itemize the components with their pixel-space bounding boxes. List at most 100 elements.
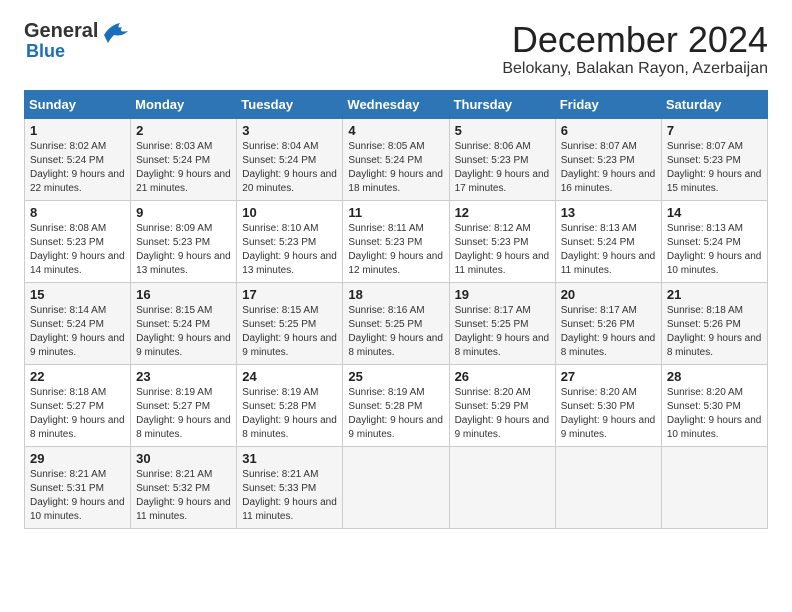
day-number: 12 (455, 205, 550, 220)
calendar-row: 29 Sunrise: 8:21 AMSunset: 5:31 PMDayligh… (25, 446, 768, 528)
calendar-cell: 6 Sunrise: 8:07 AMSunset: 5:23 PMDaylight… (555, 118, 661, 200)
calendar-cell: 16 Sunrise: 8:15 AMSunset: 5:24 PMDayligh… (131, 282, 237, 364)
calendar-row: 22 Sunrise: 8:18 AMSunset: 5:27 PMDayligh… (25, 364, 768, 446)
day-number: 19 (455, 287, 550, 302)
day-number: 15 (30, 287, 125, 302)
calendar-cell: 20Sunrise: 8:17 AMSunset: 5:26 PMDayligh… (555, 282, 661, 364)
cell-content: Sunrise: 8:10 AMSunset: 5:23 PMDaylight:… (242, 222, 337, 278)
day-number: 24 (242, 369, 337, 384)
col-thursday: Thursday (449, 90, 555, 118)
cell-content: Sunrise: 8:15 AMSunset: 5:24 PMDaylight:… (136, 304, 231, 360)
calendar-cell: 23 Sunrise: 8:19 AMSunset: 5:27 PMDayligh… (131, 364, 237, 446)
calendar-cell (661, 446, 767, 528)
calendar-cell: 15Sunrise: 8:14 AMSunset: 5:24 PMDayligh… (25, 282, 131, 364)
day-number: 18 (348, 287, 443, 302)
calendar-cell: 1 Sunrise: 8:02 AMSunset: 5:24 PMDaylight… (25, 118, 131, 200)
day-number: 27 (561, 369, 656, 384)
day-number: 25 (348, 369, 443, 384)
calendar-cell: 22 Sunrise: 8:18 AMSunset: 5:27 PMDayligh… (25, 364, 131, 446)
cell-content: Sunrise: 8:09 AMSunset: 5:23 PMDaylight:… (136, 222, 231, 278)
calendar-row: 1 Sunrise: 8:02 AMSunset: 5:24 PMDaylight… (25, 118, 768, 200)
calendar-cell: 7 Sunrise: 8:07 AMSunset: 5:23 PMDaylight… (661, 118, 767, 200)
cell-content: Sunrise: 8:21 AMSunset: 5:31 PMDaylight:… (30, 468, 125, 524)
cell-content: Sunrise: 8:19 AMSunset: 5:28 PMDaylight:… (242, 386, 337, 442)
day-number: 11 (348, 205, 443, 220)
cell-content: Sunrise: 8:11 AMSunset: 5:23 PMDaylight:… (348, 222, 443, 278)
day-number: 8 (30, 205, 125, 220)
cell-content: Sunrise: 8:07 AMSunset: 5:23 PMDaylight:… (667, 140, 762, 196)
calendar-cell: 31Sunrise: 8:21 AMSunset: 5:33 PMDayligh… (237, 446, 343, 528)
location-subtitle: Belokany, Balakan Rayon, Azerbaijan (502, 60, 768, 78)
calendar-cell: 10 Sunrise: 8:10 AMSunset: 5:23 PMDayligh… (237, 200, 343, 282)
cell-content: Sunrise: 8:21 AMSunset: 5:33 PMDaylight:… (242, 468, 337, 524)
col-monday: Monday (131, 90, 237, 118)
calendar-cell (449, 446, 555, 528)
day-number: 28 (667, 369, 762, 384)
day-number: 29 (30, 451, 125, 466)
col-saturday: Saturday (661, 90, 767, 118)
calendar-cell: 11 Sunrise: 8:11 AMSunset: 5:23 PMDayligh… (343, 200, 449, 282)
cell-content: Sunrise: 8:04 AMSunset: 5:24 PMDaylight:… (242, 140, 337, 196)
calendar-cell: 29 Sunrise: 8:21 AMSunset: 5:31 PMDayligh… (25, 446, 131, 528)
logo-general-text: General (24, 20, 98, 43)
cell-content: Sunrise: 8:19 AMSunset: 5:27 PMDaylight:… (136, 386, 231, 442)
cell-content: Sunrise: 8:05 AMSunset: 5:24 PMDaylight:… (348, 140, 443, 196)
calendar-cell: 27 Sunrise: 8:20 AMSunset: 5:30 PMDayligh… (555, 364, 661, 446)
calendar-cell: 21 Sunrise: 8:18 AMSunset: 5:26 PMDayligh… (661, 282, 767, 364)
calendar-cell: 24 Sunrise: 8:19 AMSunset: 5:28 PMDayligh… (237, 364, 343, 446)
day-number: 30 (136, 451, 231, 466)
cell-content: Sunrise: 8:16 AMSunset: 5:25 PMDaylight:… (348, 304, 443, 360)
page-header: General Blue December 2024 Belokany, Bal… (24, 20, 768, 78)
calendar-cell: 2Sunrise: 8:03 AMSunset: 5:24 PMDaylight… (131, 118, 237, 200)
day-number: 2 (136, 123, 231, 138)
calendar-cell: 14 Sunrise: 8:13 AMSunset: 5:24 PMDayligh… (661, 200, 767, 282)
calendar-cell: 18 Sunrise: 8:16 AMSunset: 5:25 PMDayligh… (343, 282, 449, 364)
day-number: 21 (667, 287, 762, 302)
calendar-header-row: Sunday Monday Tuesday Wednesday Thursday… (25, 90, 768, 118)
day-number: 14 (667, 205, 762, 220)
day-number: 1 (30, 123, 125, 138)
month-year-title: December 2024 (502, 20, 768, 60)
day-number: 22 (30, 369, 125, 384)
logo: General Blue (24, 20, 128, 62)
calendar-cell: 13Sunrise: 8:13 AMSunset: 5:24 PMDayligh… (555, 200, 661, 282)
day-number: 13 (561, 205, 656, 220)
cell-content: Sunrise: 8:13 AMSunset: 5:24 PMDaylight:… (667, 222, 762, 278)
calendar-cell: 5Sunrise: 8:06 AMSunset: 5:23 PMDaylight… (449, 118, 555, 200)
col-friday: Friday (555, 90, 661, 118)
cell-content: Sunrise: 8:08 AMSunset: 5:23 PMDaylight:… (30, 222, 125, 278)
calendar-cell: 26 Sunrise: 8:20 AMSunset: 5:29 PMDayligh… (449, 364, 555, 446)
calendar-cell (555, 446, 661, 528)
calendar-cell: 19Sunrise: 8:17 AMSunset: 5:25 PMDayligh… (449, 282, 555, 364)
cell-content: Sunrise: 8:02 AMSunset: 5:24 PMDaylight:… (30, 140, 125, 196)
col-wednesday: Wednesday (343, 90, 449, 118)
calendar-cell: 17Sunrise: 8:15 AMSunset: 5:25 PMDayligh… (237, 282, 343, 364)
calendar-cell: 12 Sunrise: 8:12 AMSunset: 5:23 PMDayligh… (449, 200, 555, 282)
day-number: 6 (561, 123, 656, 138)
day-number: 20 (561, 287, 656, 302)
calendar-cell: 3Sunrise: 8:04 AMSunset: 5:24 PMDaylight… (237, 118, 343, 200)
cell-content: Sunrise: 8:18 AMSunset: 5:27 PMDaylight:… (30, 386, 125, 442)
cell-content: Sunrise: 8:18 AMSunset: 5:26 PMDaylight:… (667, 304, 762, 360)
cell-content: Sunrise: 8:20 AMSunset: 5:29 PMDaylight:… (455, 386, 550, 442)
day-number: 4 (348, 123, 443, 138)
day-number: 9 (136, 205, 231, 220)
day-number: 10 (242, 205, 337, 220)
day-number: 5 (455, 123, 550, 138)
calendar-row: 15Sunrise: 8:14 AMSunset: 5:24 PMDayligh… (25, 282, 768, 364)
calendar-cell: 8 Sunrise: 8:08 AMSunset: 5:23 PMDaylight… (25, 200, 131, 282)
cell-content: Sunrise: 8:20 AMSunset: 5:30 PMDaylight:… (667, 386, 762, 442)
day-number: 16 (136, 287, 231, 302)
title-area: December 2024 Belokany, Balakan Rayon, A… (502, 20, 768, 78)
day-number: 26 (455, 369, 550, 384)
calendar-cell: 30 Sunrise: 8:21 AMSunset: 5:32 PMDayligh… (131, 446, 237, 528)
calendar-cell: 25 Sunrise: 8:19 AMSunset: 5:28 PMDayligh… (343, 364, 449, 446)
day-number: 7 (667, 123, 762, 138)
cell-content: Sunrise: 8:12 AMSunset: 5:23 PMDaylight:… (455, 222, 550, 278)
day-number: 23 (136, 369, 231, 384)
cell-content: Sunrise: 8:21 AMSunset: 5:32 PMDaylight:… (136, 468, 231, 524)
cell-content: Sunrise: 8:19 AMSunset: 5:28 PMDaylight:… (348, 386, 443, 442)
cell-content: Sunrise: 8:07 AMSunset: 5:23 PMDaylight:… (561, 140, 656, 196)
calendar-cell (343, 446, 449, 528)
cell-content: Sunrise: 8:20 AMSunset: 5:30 PMDaylight:… (561, 386, 656, 442)
